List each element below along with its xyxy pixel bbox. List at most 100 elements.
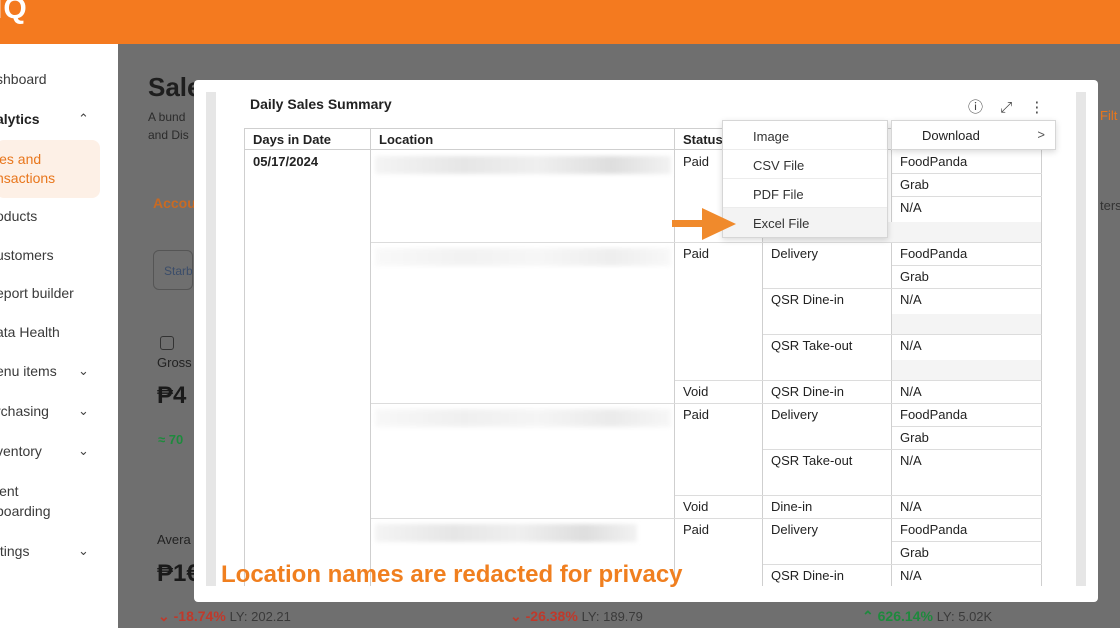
channel-cell: N/A bbox=[900, 338, 922, 353]
status-cell: Void bbox=[683, 499, 709, 514]
column-header-days-in-date[interactable]: Days in Date bbox=[245, 128, 371, 150]
redacted-location bbox=[375, 524, 637, 542]
stat-1: ⌄ -18.74% LY: 202.21 bbox=[158, 608, 291, 625]
order-type-cell: Delivery bbox=[771, 522, 818, 537]
gross-value: ₱4 bbox=[157, 382, 187, 409]
channel-cell: FoodPanda bbox=[900, 246, 968, 261]
sidebar-item-analytics[interactable]: alytics bbox=[0, 111, 40, 127]
card-actions: ⓘ ⤢ ⋮ bbox=[968, 96, 1057, 117]
stat-1-delta: -18.74% bbox=[173, 608, 226, 624]
menu-item-excel[interactable]: Excel File bbox=[723, 208, 887, 237]
sidebar-item-settings[interactable]: ttings bbox=[0, 543, 29, 559]
sidebar-active-line1: les and bbox=[0, 151, 42, 167]
gross-delta: ≈ 70 bbox=[158, 432, 184, 447]
stat-3: ⌃ 626.14% LY: 5.02K bbox=[862, 608, 992, 625]
chevron-down-icon[interactable]: ⌄ bbox=[78, 443, 89, 459]
filter-link[interactable]: Filt bbox=[1100, 108, 1117, 123]
filters-label[interactable]: ters bbox=[1100, 198, 1120, 213]
order-type-cell: QSR Dine-in bbox=[771, 292, 844, 307]
channel-cell: Grab bbox=[900, 177, 929, 192]
trend-up-icon: ⌃ bbox=[862, 608, 874, 624]
order-type-cell: Delivery bbox=[771, 246, 818, 261]
average-label: Avera bbox=[157, 532, 191, 547]
channel-cell: N/A bbox=[900, 453, 922, 468]
chevron-up-icon[interactable]: ⌃ bbox=[78, 111, 89, 127]
row-shade bbox=[892, 314, 1041, 334]
order-type-cell: Dine-in bbox=[771, 499, 813, 514]
sidebar-active-line2: nsactions bbox=[0, 170, 56, 186]
download-menu-item[interactable]: Download > bbox=[891, 120, 1056, 150]
tab-accounts[interactable]: Accou bbox=[153, 195, 196, 211]
channel-cell: N/A bbox=[900, 384, 922, 399]
row-shade bbox=[892, 360, 1041, 380]
redacted-location bbox=[375, 156, 671, 174]
menu-item-image[interactable]: Image bbox=[723, 121, 887, 150]
sidebar-item-purchasing[interactable]: rchasing bbox=[0, 403, 49, 419]
sidebar-item-menu-items[interactable]: enu items bbox=[0, 363, 57, 379]
download-format-menu: Image CSV File PDF File Excel File bbox=[722, 120, 888, 238]
chevron-down-icon[interactable]: ⌄ bbox=[78, 363, 89, 379]
sidebar-item-client[interactable]: ient bbox=[0, 483, 19, 499]
sidebar-item-products[interactable]: oducts bbox=[0, 208, 37, 224]
download-label: Download bbox=[922, 128, 980, 143]
expand-icon[interactable]: ⤢ bbox=[1000, 99, 1012, 116]
channel-cell: Grab bbox=[900, 430, 929, 445]
more-vertical-icon[interactable]: ⋮ bbox=[1029, 98, 1044, 116]
channel-cell: Grab bbox=[900, 269, 929, 284]
sidebar-item-report-builder[interactable]: eport builder bbox=[0, 285, 74, 301]
info-icon[interactable]: ⓘ bbox=[968, 96, 983, 117]
menu-item-pdf[interactable]: PDF File bbox=[723, 179, 887, 208]
stat-3-ly: LY: 5.02K bbox=[936, 609, 993, 624]
modal-scroll-gutter-left bbox=[206, 92, 216, 586]
channel-cell: Grab bbox=[900, 545, 929, 560]
order-type-cell: Delivery bbox=[771, 407, 818, 422]
status-cell: Paid bbox=[683, 522, 710, 537]
sidebar: shboard alytics ⌃ les and nsactions oduc… bbox=[0, 44, 118, 628]
gross-label: Gross bbox=[157, 355, 192, 370]
sidebar-item-customers[interactable]: ustomers bbox=[0, 247, 54, 263]
trend-down-icon: ⌄ bbox=[158, 608, 170, 624]
sidebar-item-data-health[interactable]: ata Health bbox=[0, 324, 60, 340]
column-header-location[interactable]: Location bbox=[371, 128, 675, 150]
divider bbox=[370, 150, 371, 586]
channel-cell: FoodPanda bbox=[900, 522, 968, 537]
stat-2: ⌄ -26.38% LY: 189.79 bbox=[510, 608, 643, 625]
sidebar-item-onboarding[interactable]: boarding bbox=[0, 503, 51, 519]
chevron-down-icon[interactable]: ⌄ bbox=[78, 543, 89, 559]
top-bar: IQ bbox=[0, 0, 1120, 44]
channel-cell: FoodPanda bbox=[900, 407, 968, 422]
annotation-caption: Location names are redacted for privacy bbox=[221, 561, 683, 588]
redacted-location bbox=[375, 409, 671, 427]
brand-text: IQ bbox=[0, 0, 28, 25]
channel-cell: N/A bbox=[900, 200, 922, 215]
stat-2-delta: -26.38% bbox=[525, 608, 578, 624]
store-select[interactable]: Starb bbox=[153, 250, 193, 290]
page-subtitle: A bund and Dis bbox=[148, 110, 189, 142]
date-cell: 05/17/2024 bbox=[253, 154, 319, 169]
channel-cell: N/A bbox=[900, 292, 922, 307]
redacted-location bbox=[375, 248, 671, 266]
sidebar-item-inventory[interactable]: ventory bbox=[0, 443, 42, 459]
card-title: Daily Sales Summary bbox=[250, 96, 392, 112]
trend-down-icon: ⌄ bbox=[510, 608, 522, 624]
stat-3-delta: 626.14% bbox=[877, 608, 933, 624]
chevron-down-icon[interactable]: ⌄ bbox=[78, 403, 89, 419]
channel-cell: N/A bbox=[900, 499, 922, 514]
channel-cell: FoodPanda bbox=[900, 154, 968, 169]
divider bbox=[371, 518, 675, 519]
order-type-cell: QSR Dine-in bbox=[771, 384, 844, 399]
brand-logo[interactable]: IQ bbox=[0, 0, 28, 26]
channel-cell: N/A bbox=[900, 568, 922, 583]
stat-2-ly: LY: 189.79 bbox=[581, 609, 643, 624]
divider bbox=[371, 403, 675, 404]
divider bbox=[1041, 150, 1042, 586]
order-type-cell: QSR Take-out bbox=[771, 453, 853, 468]
status-cell: Void bbox=[683, 384, 709, 399]
divider bbox=[371, 242, 675, 243]
modal-scrollbar[interactable] bbox=[1076, 92, 1086, 586]
stat-1-ly: LY: 202.21 bbox=[229, 609, 291, 624]
chevron-right-icon: > bbox=[1037, 127, 1045, 142]
sidebar-item-dashboard[interactable]: shboard bbox=[0, 71, 47, 87]
menu-item-csv[interactable]: CSV File bbox=[723, 150, 887, 179]
sidebar-item-sales-label: les and nsactions bbox=[0, 150, 55, 188]
